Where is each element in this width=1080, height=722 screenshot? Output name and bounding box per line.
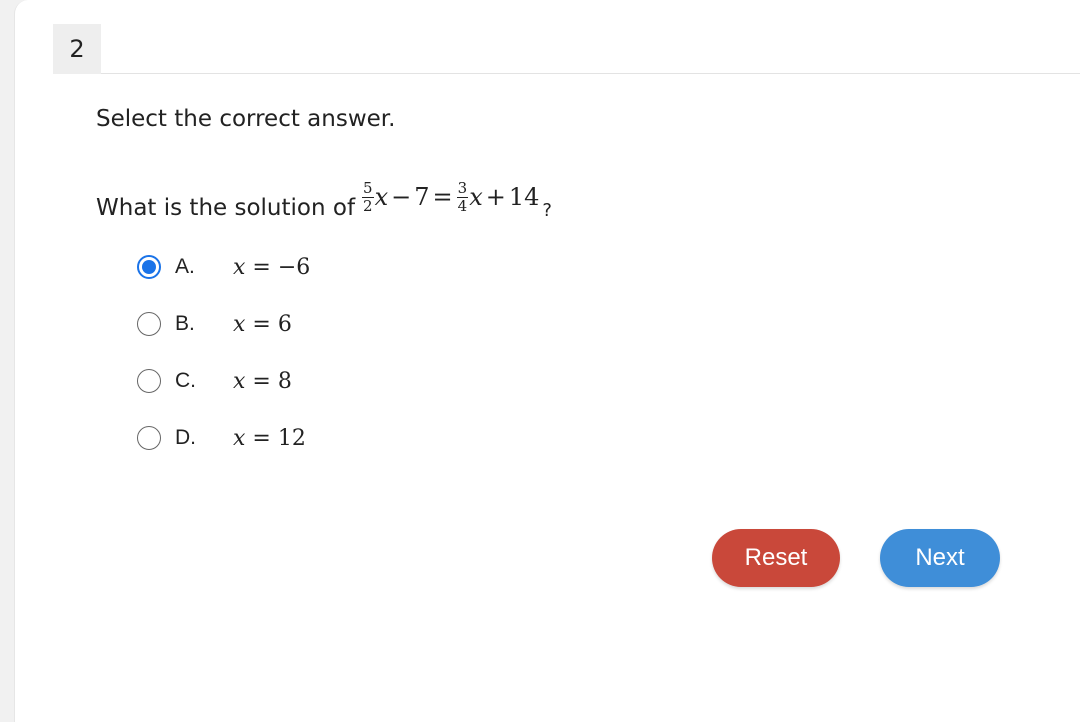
- question-prefix: What is the solution of: [96, 195, 356, 221]
- rhs-fraction: 3 4: [456, 178, 469, 215]
- option-letter: C.: [175, 369, 196, 392]
- question-card: 2 Select the correct answer. What is the…: [14, 0, 1080, 722]
- radio-button-b[interactable]: [137, 312, 161, 336]
- header-divider: [101, 73, 1080, 74]
- option-c[interactable]: C. x = 8: [137, 364, 457, 398]
- radio-button-c[interactable]: [137, 369, 161, 393]
- option-answer: x = 12: [233, 425, 306, 451]
- question-text: What is the solution of 5 2 x − 7 = 3 4 …: [96, 168, 552, 222]
- lhs-numerator: 5: [363, 178, 373, 197]
- option-answer: x = 8: [233, 368, 292, 394]
- rhs-operator: +: [485, 183, 506, 212]
- lhs-fraction: 5 2: [362, 178, 374, 215]
- option-answer: x = 6: [233, 311, 292, 337]
- option-d[interactable]: D. x = 12: [137, 421, 457, 455]
- lhs-denominator: 2: [363, 197, 373, 215]
- option-letter: D.: [175, 426, 196, 449]
- question-mark: ?: [542, 200, 552, 221]
- instruction-text: Select the correct answer.: [96, 106, 396, 132]
- next-button[interactable]: Next: [880, 529, 1000, 587]
- option-answer: x = −6: [233, 254, 311, 280]
- option-a[interactable]: A. x = −6: [137, 250, 457, 284]
- rhs-denominator: 4: [457, 197, 468, 215]
- lhs-constant: 7: [414, 183, 430, 212]
- rhs-variable: x: [469, 183, 483, 212]
- reset-button[interactable]: Reset: [712, 529, 840, 587]
- option-letter: A.: [175, 255, 195, 278]
- option-b[interactable]: B. x = 6: [137, 307, 457, 341]
- lhs-variable: x: [374, 183, 389, 212]
- radio-button-a[interactable]: [137, 255, 161, 279]
- option-letter: B.: [175, 312, 195, 335]
- equals-sign: =: [432, 183, 453, 212]
- rhs-numerator: 3: [457, 178, 468, 197]
- question-equation: 5 2 x − 7 = 3 4 x + 14: [361, 178, 540, 215]
- radio-button-d[interactable]: [137, 426, 161, 450]
- rhs-constant: 14: [508, 183, 540, 212]
- question-number: 2: [53, 24, 101, 74]
- lhs-operator: −: [391, 183, 412, 212]
